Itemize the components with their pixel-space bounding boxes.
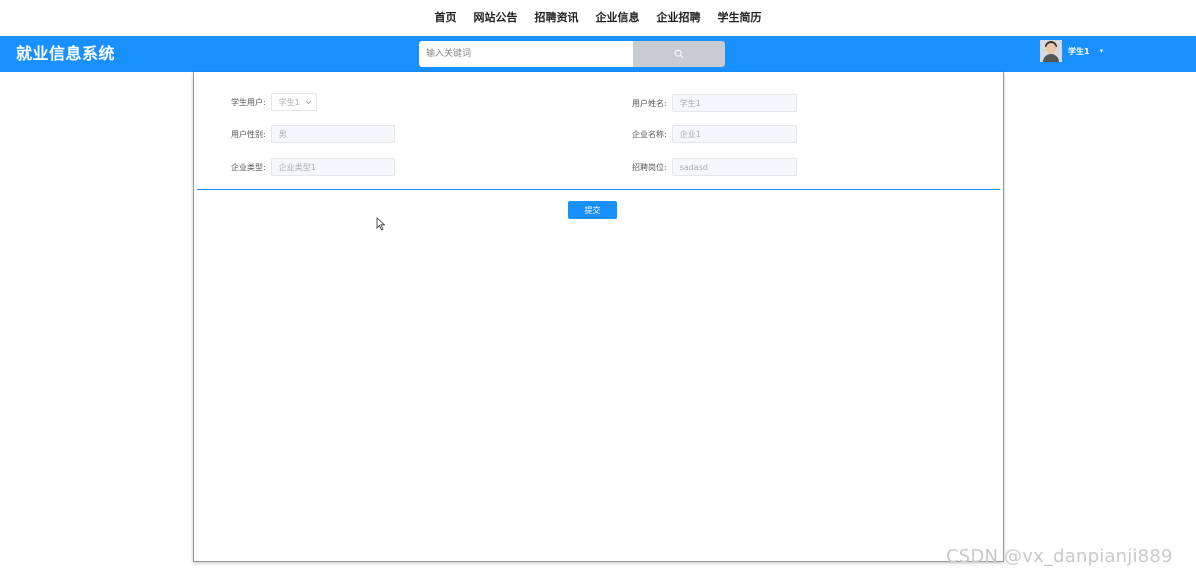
field-student-user: 学生用户: 学生1 [231, 93, 317, 111]
field-label: 用户姓名: [632, 98, 667, 108]
search-button[interactable] [633, 41, 725, 67]
nav-home[interactable]: 首页 [426, 6, 465, 30]
nav-announcements[interactable]: 网站公告 [465, 6, 526, 30]
field-label: 企业类型: [231, 162, 266, 172]
select-value: 学生1 [278, 97, 300, 107]
header-bar: 就业信息系统 学生1 ▾ [0, 36, 1196, 72]
search-input[interactable] [419, 41, 633, 67]
field-company-name: 企业名称: 企业1 [632, 125, 797, 143]
top-navigation: 首页 网站公告 招聘资讯 企业信息 企业招聘 学生简历 [0, 0, 1196, 36]
search-bar [419, 41, 725, 67]
user-menu[interactable]: 学生1 ▾ [1040, 40, 1103, 62]
company-name-input[interactable]: 企业1 [671, 125, 797, 143]
job-position-input[interactable]: sadasd [671, 158, 797, 176]
submit-button[interactable]: 提交 [568, 201, 617, 219]
mouse-cursor-icon [376, 217, 386, 231]
search-icon [674, 49, 684, 59]
caret-down-icon[interactable]: ▾ [1100, 47, 1104, 55]
student-user-select[interactable]: 学生1 [270, 93, 317, 111]
nav-company-info[interactable]: 企业信息 [587, 6, 648, 30]
username[interactable]: 学生1 [1068, 46, 1090, 57]
nav-company-recruitment[interactable]: 企业招聘 [648, 6, 709, 30]
form-panel: 学生用户: 学生1 用户姓名: 学生1 用户性别: 男 企业名称: 企业1 企业… [193, 72, 1004, 562]
user-name-input[interactable]: 学生1 [671, 94, 797, 112]
nav-student-resume[interactable]: 学生简历 [709, 6, 770, 30]
chevron-down-icon [305, 100, 312, 104]
user-gender-input[interactable]: 男 [270, 125, 395, 143]
avatar-face [1046, 43, 1056, 54]
form-divider [197, 189, 1000, 190]
field-company-type: 企业类型: 企业类型1 [231, 158, 395, 176]
site-title: 就业信息系统 [16, 44, 116, 63]
company-type-input[interactable]: 企业类型1 [270, 158, 395, 176]
field-label: 招聘岗位: [632, 162, 667, 172]
field-label: 企业名称: [632, 129, 667, 139]
field-user-name: 用户姓名: 学生1 [632, 94, 797, 112]
field-label: 学生用户: [231, 97, 266, 107]
avatar[interactable] [1040, 40, 1062, 62]
nav-recruitment-news[interactable]: 招聘资讯 [526, 6, 587, 30]
field-job-position: 招聘岗位: sadasd [632, 158, 797, 176]
avatar-body [1043, 54, 1059, 62]
field-user-gender: 用户性别: 男 [231, 125, 395, 143]
field-label: 用户性别: [231, 129, 266, 139]
watermark: CSDN @vx_danpianji889 [946, 546, 1173, 567]
